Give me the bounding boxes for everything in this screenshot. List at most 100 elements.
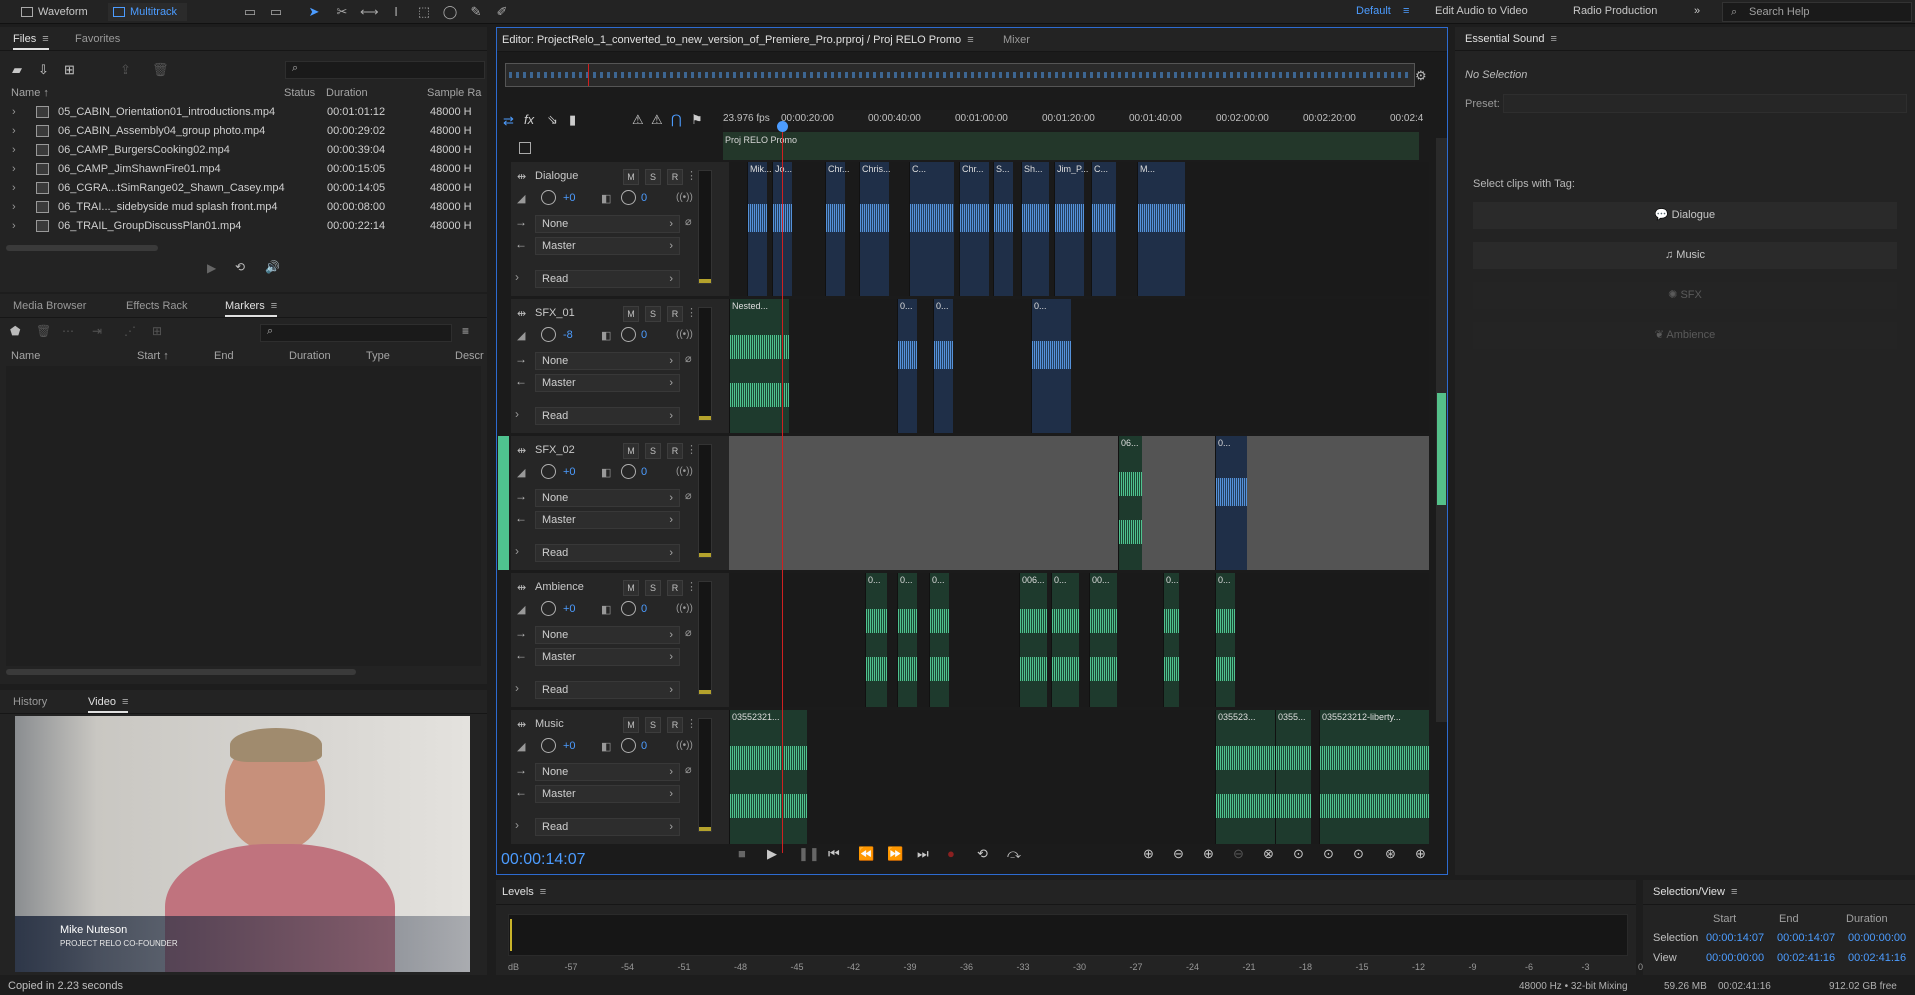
tab-markers[interactable]: Markers ≡ — [225, 300, 278, 317]
session-overview[interactable] — [505, 63, 1415, 87]
input-dropdown[interactable]: None — [535, 763, 680, 781]
file-row[interactable]: › 06_CAMP_BurgersCooking02.mp4 00:00:39:04… — [0, 141, 487, 160]
audio-clip[interactable]: C... — [909, 162, 954, 296]
current-timecode[interactable]: 00:00:14:07 — [501, 851, 586, 869]
audio-clip[interactable]: C... — [1091, 162, 1116, 296]
pan-value[interactable]: 0 — [641, 603, 647, 615]
tab-favorites[interactable]: Favorites — [75, 33, 120, 45]
timeline-ruler[interactable]: 23.976 fps 00:00:20:00 00:00:40:00 00:01:0… — [723, 110, 1423, 130]
expand-automation-icon[interactable]: › — [515, 681, 519, 695]
file-row[interactable]: › 06_CABIN_Assembly04_group photo.mp4 00:0… — [0, 122, 487, 141]
automation-mode-dropdown[interactable]: Read — [535, 818, 680, 836]
snap-icon[interactable]: ⚠ — [632, 112, 644, 128]
search-help-input[interactable]: ⌕ Search Help — [1722, 2, 1912, 22]
record-button[interactable]: R — [667, 717, 683, 733]
record-button[interactable]: R — [667, 580, 683, 596]
audio-clip[interactable]: 0... — [1215, 436, 1247, 570]
volume-knob[interactable] — [541, 464, 556, 479]
workspace-edit-audio-to-video[interactable]: Edit Audio to Video — [1435, 5, 1528, 17]
magnet-icon[interactable]: ⋂ — [671, 112, 682, 128]
expand-chevron-icon[interactable]: › — [12, 220, 16, 232]
track-lane[interactable]: 03552321... 035523... 0355... 035523212-lib… — [729, 710, 1429, 844]
zoom-out-time-icon[interactable]: ⊖ — [1233, 846, 1244, 862]
files-hscrollbar[interactable] — [6, 245, 158, 251]
col-description[interactable]: Descr — [455, 350, 484, 362]
record-button[interactable]: R — [667, 306, 683, 322]
output-dropdown[interactable]: Master — [535, 511, 680, 529]
track-header[interactable]: ⇹ Ambience MSR⋮ ◢ +0 ◧ 0 ((•)) → None ⌀ ← Master › Rea… — [511, 573, 729, 707]
audio-clip[interactable]: M... — [1137, 162, 1185, 296]
panel-menu-icon[interactable]: ≡ — [1551, 33, 1557, 45]
more-icon[interactable]: ⋮ — [686, 169, 697, 182]
audio-clip[interactable]: Chr... — [825, 162, 850, 296]
audio-clip[interactable]: 00... — [1089, 573, 1117, 707]
monitor-input-icon[interactable]: ((•)) — [676, 740, 693, 751]
volume-knob[interactable] — [541, 190, 556, 205]
drag-handle-icon[interactable]: ⇹ — [517, 444, 526, 457]
files-search-input[interactable]: ⌕ — [285, 61, 485, 79]
master-track-icon[interactable] — [519, 142, 531, 154]
tab-files[interactable]: Files ≡ — [13, 33, 49, 50]
drag-handle-icon[interactable]: ⇹ — [517, 581, 526, 594]
lasso-tool-icon[interactable]: ◯ — [442, 4, 458, 20]
selection-duration[interactable]: 00:00:00:00 — [1848, 932, 1906, 944]
record-button[interactable]: R — [667, 169, 683, 185]
more-icon[interactable]: ⋮ — [686, 580, 697, 593]
polarity-icon[interactable]: ⌀ — [685, 763, 692, 776]
workspace-default[interactable]: Default — [1356, 5, 1391, 17]
audio-clip[interactable]: 006... — [1019, 573, 1047, 707]
autoplay-icon[interactable]: 🔊 — [265, 260, 280, 274]
audio-clip[interactable]: 0... — [1031, 299, 1071, 433]
track-header[interactable]: ⇹ SFX_01 MSR⋮ ◢ -8 ◧ 0 ((•)) → None ⌀ ← Master › Read — [511, 299, 729, 433]
audio-clip[interactable]: 03552321... — [729, 710, 807, 844]
more-icon[interactable]: ⋮ — [686, 443, 697, 456]
zoom-all-icon[interactable]: ⊕ — [1415, 846, 1426, 862]
volume-value[interactable]: +0 — [563, 192, 576, 204]
track-lane[interactable]: Mik... Jo... Chr... Chris... C... Chr... S... S… — [729, 162, 1429, 296]
fast-forward-icon[interactable]: ⏩ — [887, 846, 903, 862]
track-name[interactable]: Dialogue — [535, 170, 578, 182]
selection-start[interactable]: 00:00:14:07 — [1706, 932, 1764, 944]
pause-icon[interactable]: ❚❚ — [798, 846, 820, 862]
spectral-display-icon[interactable]: ▭ — [242, 4, 258, 20]
panel-menu-icon[interactable]: ≡ — [967, 34, 973, 46]
polarity-icon[interactable]: ⌀ — [685, 352, 692, 365]
drag-handle-icon[interactable]: ⇹ — [517, 718, 526, 731]
col-end[interactable]: End — [214, 350, 234, 362]
audio-clip[interactable]: 0... — [897, 299, 917, 433]
export-markers-icon[interactable]: ⋰ — [124, 324, 136, 338]
track-name[interactable]: SFX_01 — [535, 307, 575, 319]
audio-clip[interactable]: S... — [993, 162, 1013, 296]
mute-button[interactable]: M — [623, 169, 639, 185]
audio-clip[interactable]: Jim_P... — [1054, 162, 1088, 296]
pan-value[interactable]: 0 — [641, 329, 647, 341]
track-lane[interactable]: 06... 0... — [729, 436, 1429, 570]
file-row[interactable]: › 06_CAMP_JimShawnFire01.mp4 00:00:15:05 48… — [0, 160, 487, 179]
output-dropdown[interactable]: Master — [535, 785, 680, 803]
pan-value[interactable]: 0 — [641, 192, 647, 204]
mute-button[interactable]: M — [623, 717, 639, 733]
metronome-icon[interactable]: ⚠ — [651, 112, 663, 128]
tab-effects-rack[interactable]: Effects Rack — [126, 300, 188, 312]
music-tag-button[interactable]: ♫ Music — [1473, 242, 1897, 269]
track-name[interactable]: Music — [535, 718, 564, 730]
col-status[interactable]: Status — [284, 87, 315, 99]
playhead-handle[interactable] — [777, 121, 788, 132]
zoom-out-amplitude-icon[interactable]: ⊖ — [1173, 846, 1184, 862]
track-lane[interactable]: Nested... 0... 0... 0... — [729, 299, 1429, 433]
razor-tool-icon[interactable]: ✂ — [334, 4, 350, 20]
audio-clip[interactable]: 0... — [1163, 573, 1179, 707]
expand-automation-icon[interactable]: › — [515, 544, 519, 558]
tab-media-browser[interactable]: Media Browser — [13, 300, 86, 312]
drag-handle-icon[interactable]: ⇹ — [517, 307, 526, 320]
solo-button[interactable]: S — [645, 580, 661, 596]
toggle-view-icon[interactable]: ⇄ — [503, 113, 514, 129]
tab-editor[interactable]: Editor: ProjectRelo_1_converted_to_new_v… — [502, 34, 974, 46]
audio-clip[interactable]: 0... — [929, 573, 949, 707]
loop-playback-icon[interactable]: ⟲ — [977, 846, 988, 862]
audio-clip[interactable]: Chris... — [859, 162, 891, 296]
automation-mode-dropdown[interactable]: Read — [535, 544, 680, 562]
col-name[interactable]: Name — [11, 350, 40, 362]
solo-button[interactable]: S — [645, 717, 661, 733]
ambience-tag-button[interactable]: ❦ Ambience — [1473, 322, 1897, 349]
